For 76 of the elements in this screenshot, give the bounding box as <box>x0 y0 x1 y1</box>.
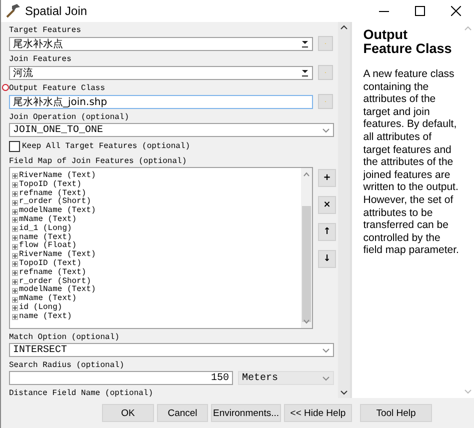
input-field[interactable]: 尾水补水点_join.shp <box>9 94 313 108</box>
expand-icon[interactable] <box>12 296 18 303</box>
move-down-button[interactable]: ↓ <box>318 250 336 268</box>
field-item[interactable]: flow (Float) <box>19 242 77 252</box>
expand-icon[interactable] <box>12 261 18 268</box>
field-item[interactable]: RiverName (Text) <box>19 251 96 260</box>
window-title: Spatial Join <box>25 4 88 18</box>
field-item[interactable]: mName (Text) <box>19 295 77 304</box>
help-text: A new feature class containing the attributes of the target and join features. By default, all attributes of target features and the attributes of the joined features are written to the output. However, the set of attributes to be transferred can be controlled by the field map parameter. <box>363 68 460 257</box>
maximize-icon[interactable] <box>415 6 425 16</box>
hammer-icon <box>5 3 21 19</box>
expand-icon[interactable] <box>12 208 18 215</box>
dialog-button[interactable]: OK <box>102 404 154 422</box>
field-item[interactable]: TopoID (Text) <box>19 180 82 190</box>
dialog-button[interactable]: Environments... <box>211 404 281 422</box>
field-label: Target Features <box>9 25 82 36</box>
expand-icon[interactable] <box>12 252 18 259</box>
expand-icon[interactable] <box>12 200 18 206</box>
expand-icon[interactable] <box>12 314 18 320</box>
dropdown-icon[interactable] <box>301 68 309 76</box>
expand-icon[interactable] <box>12 173 18 180</box>
field-item[interactable]: RiverName (Text) <box>19 172 96 181</box>
field-label: Join Operation (optional) <box>9 112 130 123</box>
field-label: Search Radius (optional) <box>9 360 126 371</box>
add-button[interactable]: + <box>318 169 336 187</box>
expand-icon[interactable] <box>12 305 18 312</box>
field-item[interactable]: refname (Text) <box>19 268 86 278</box>
field-item[interactable]: mName (Text) <box>19 216 77 225</box>
scroll-up-icon[interactable] <box>340 25 348 30</box>
dropdown-field[interactable]: INTERSECT <box>9 343 334 357</box>
field-label: Match Option (optional) <box>9 332 120 343</box>
field-item[interactable]: id_1 (Long) <box>19 224 72 234</box>
field-item[interactable]: TopoID (Text) <box>19 260 82 269</box>
expand-icon[interactable] <box>12 244 18 250</box>
expand-icon[interactable] <box>12 288 18 294</box>
field-item[interactable]: name (Text) <box>19 234 72 242</box>
expand-icon[interactable] <box>12 190 18 197</box>
field-value: 河流 <box>13 66 33 80</box>
scroll-down-icon[interactable] <box>340 390 348 395</box>
expand-icon[interactable] <box>12 226 18 232</box>
checkbox[interactable] <box>9 141 20 152</box>
expand-icon[interactable] <box>12 234 18 241</box>
dialog-button[interactable]: Cancel <box>157 404 208 422</box>
close-icon[interactable] <box>451 6 461 16</box>
expand-icon[interactable] <box>12 278 18 285</box>
field-item[interactable]: name (Text) <box>19 312 72 322</box>
field-item[interactable]: modelName (Text) <box>19 207 96 216</box>
dropdown-icon[interactable] <box>301 40 309 48</box>
help-title: Output Feature Class <box>363 28 453 56</box>
dropdown-field[interactable]: Meters <box>238 371 334 385</box>
field-label: Join Features <box>9 54 72 65</box>
field-item[interactable]: r_order (Short) <box>19 278 92 286</box>
field-item[interactable]: id (Long) <box>19 304 62 313</box>
field-label: Distance Field Name (optional) <box>9 388 154 398</box>
field-item[interactable]: modelName (Text) <box>19 286 96 296</box>
expand-icon[interactable] <box>12 182 18 188</box>
field-value: JOIN_ONE_TO_ONE <box>13 124 104 136</box>
dialog-button[interactable]: Tool Help <box>360 404 432 422</box>
expand-icon[interactable] <box>12 270 18 276</box>
field-item[interactable]: r_order (Short) <box>19 198 92 208</box>
remove-button[interactable]: × <box>318 196 336 214</box>
field-label: Output Feature Class <box>9 83 106 94</box>
field-list[interactable] <box>9 167 313 329</box>
field-label: Field Map of Join Features (optional) <box>9 156 188 167</box>
dropdown-field[interactable]: JOIN_ONE_TO_ONE <box>9 123 334 137</box>
input-field[interactable]: 150 <box>9 371 233 385</box>
field-value: Meters <box>242 372 278 384</box>
move-up-button[interactable]: ↑ <box>318 223 336 241</box>
dialog-button[interactable]: << Hide Help <box>284 404 352 422</box>
checkbox-label: Keep All Target Features (optional) <box>22 141 190 152</box>
field-value: INTERSECT <box>13 344 68 356</box>
field-item[interactable]: refname (Text) <box>19 190 86 198</box>
dropdown-field[interactable]: 尾水补水点 <box>9 36 313 50</box>
expand-icon[interactable] <box>12 217 18 224</box>
field-value: 尾水补水点 <box>13 38 63 50</box>
dropdown-field[interactable]: 河流 <box>9 66 313 80</box>
